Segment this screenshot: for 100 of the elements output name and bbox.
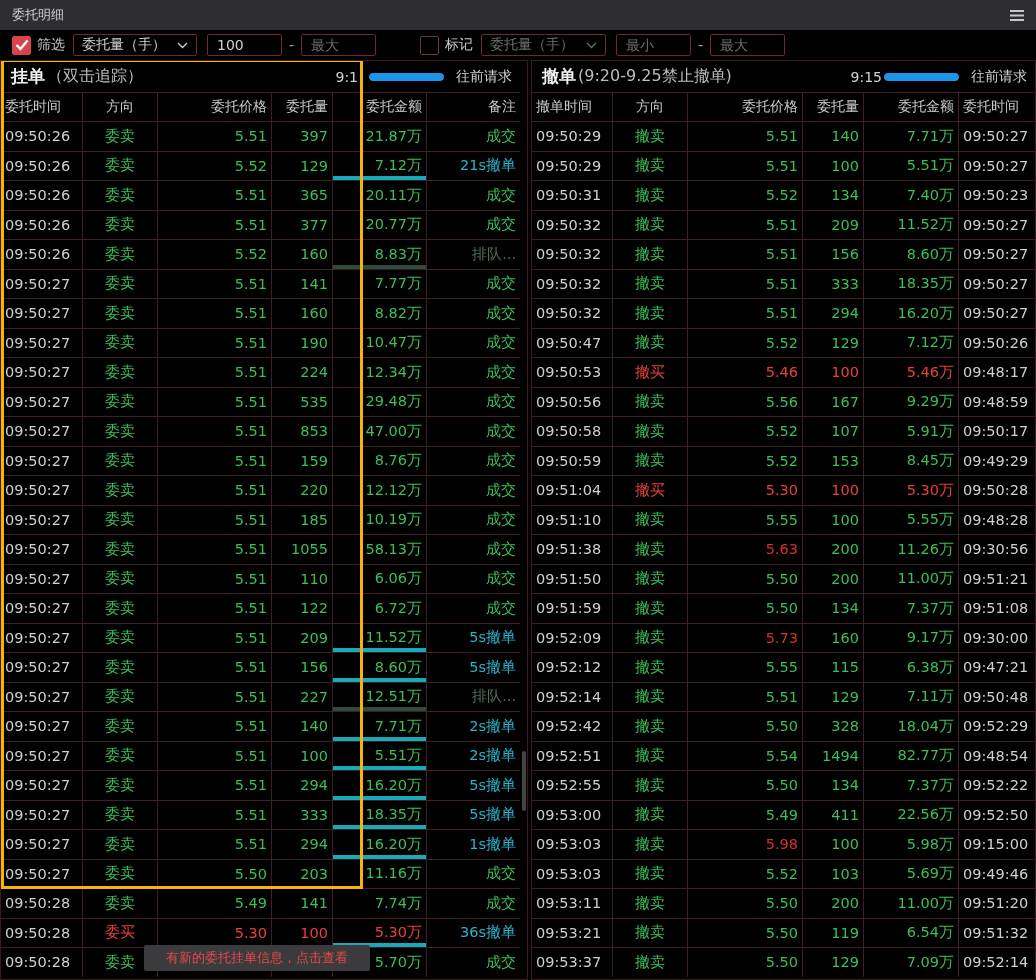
table-cell: 09:50:32: [532, 210, 613, 239]
table-cell: 撤卖: [613, 210, 688, 239]
table-cell: 09:50:27: [1, 446, 83, 475]
table-cell: 撤买: [613, 476, 688, 505]
table-cell: 1494: [803, 741, 864, 770]
table-cell: 委卖: [83, 889, 158, 918]
table-cell-text: 5s撤单: [468, 775, 517, 795]
table-cell: 12.12万: [365, 480, 422, 500]
table-cell: 委卖: [83, 594, 158, 623]
table-cell: 5.51: [688, 240, 803, 269]
table-cell-text: 09:15:00: [962, 835, 1030, 855]
table-cell: 5.63: [688, 535, 803, 564]
mark-checkbox[interactable]: [420, 35, 440, 55]
table-cell: 委卖: [83, 682, 158, 711]
filter-checkbox[interactable]: [12, 35, 31, 55]
table-cell: 365: [272, 181, 333, 210]
table-cell: 5.91万: [864, 417, 959, 446]
table-cell: 220: [272, 476, 333, 505]
table-cell: 333: [803, 269, 864, 298]
table-cell-text: 09:50:27: [962, 215, 1030, 235]
table-cell: 22.56万: [864, 800, 959, 829]
table-cell: 12.34万: [365, 362, 422, 382]
table-cell: 09:50:27: [1, 535, 83, 564]
table-cell: 撤卖: [613, 417, 688, 446]
table-cell: 09:50:28: [1, 948, 83, 977]
mark-label: 标记: [445, 36, 474, 54]
table-cell: 5.52: [688, 328, 803, 357]
table-cell: 5.52: [158, 240, 272, 269]
table-cell: 09:50:56: [532, 387, 613, 416]
table-cell: 294: [803, 299, 864, 328]
table-cell: 5.54: [688, 741, 803, 770]
table-cell: 5.49: [688, 800, 803, 829]
table-cell: 7.37万: [864, 594, 959, 623]
table-cell-text: 09:52:22: [962, 776, 1030, 796]
scroll-thumb[interactable]: [522, 751, 526, 811]
table-cell: 100: [803, 151, 864, 180]
table-cell-text: 成交: [485, 539, 517, 559]
request-earlier-link[interactable]: 往前请求: [971, 67, 1027, 86]
table-cell: 委卖: [83, 269, 158, 298]
max-field[interactable]: 最大: [301, 34, 377, 56]
table-cell: 撤卖: [613, 446, 688, 475]
table-cell: 5.50: [688, 594, 803, 623]
min-field[interactable]: 最小: [616, 34, 692, 56]
field-dropdown[interactable]: 委托量（手）: [73, 34, 197, 56]
table-cell-text: 09:47:21: [962, 658, 1030, 678]
table-cell-text: 09:30:56: [962, 540, 1030, 560]
column-header: 方向: [83, 93, 158, 121]
table-cell-text: 09:51:20: [962, 894, 1030, 914]
table-cell: 09:50:26: [1, 240, 83, 269]
table-cell-text: 2s撤单: [468, 716, 517, 736]
table-cell: 撤卖: [613, 535, 688, 564]
table-cell: 6.72万: [374, 598, 422, 618]
table-cell: 535: [272, 387, 333, 416]
table-cell: 委卖: [83, 564, 158, 593]
table-cell: 203: [272, 859, 333, 888]
request-earlier-link[interactable]: 往前请求: [456, 67, 512, 86]
chevron-icon: [177, 41, 188, 49]
table-cell: 11.00万: [864, 889, 959, 918]
table-cell: 5.51: [688, 682, 803, 711]
table-cell: 09:50:27: [1, 800, 83, 829]
table-cell: 8.82万: [374, 303, 422, 323]
range-dash: -: [289, 37, 295, 53]
table-cell: 5.51: [158, 505, 272, 534]
table-cell: 11.52万: [365, 628, 422, 648]
table-cell: 委卖: [83, 240, 158, 269]
table-cell: 09:50:58: [532, 417, 613, 446]
table-cell: 委卖: [83, 299, 158, 328]
table-cell: 委卖: [83, 830, 158, 859]
table-cell: 5.51: [158, 741, 272, 770]
table-cell: 09:50:27: [1, 417, 83, 446]
table-cell: 撤卖: [613, 387, 688, 416]
table-cell-text: 1s撤单: [468, 834, 517, 854]
table-cell: 09:52:55: [532, 771, 613, 800]
table-cell: 5.98: [688, 830, 803, 859]
table-cell: 6.54万: [864, 918, 959, 947]
field-dropdown[interactable]: 委托量（手）: [481, 34, 607, 56]
table-cell: 09:53:03: [532, 830, 613, 859]
column-header: 委托时间: [962, 97, 1020, 116]
table-cell: 撤买: [613, 358, 688, 387]
table-cell-text: 09:48:28: [962, 510, 1030, 530]
table-cell: 09:52:42: [532, 712, 613, 741]
table-cell-text: 36s撤单: [459, 923, 517, 943]
table-cell: 115: [803, 653, 864, 682]
table-cell: 撤卖: [613, 682, 688, 711]
table-cell: 09:50:32: [532, 299, 613, 328]
table-cell: 134: [803, 594, 864, 623]
table-cell: 5.51: [158, 210, 272, 239]
table-cell: 09:50:27: [1, 859, 83, 888]
panel-title: 撤单: [542, 65, 576, 88]
table-cell: 5.50: [688, 948, 803, 977]
min-field[interactable]: 100: [207, 34, 282, 56]
column-header: 委托时间: [1, 93, 83, 121]
table-cell-text: 成交: [485, 893, 517, 913]
table-cell: 21.87万: [365, 126, 422, 146]
table-cell: 5.52: [688, 859, 803, 888]
table-cell: 委卖: [83, 771, 158, 800]
table-cell: 6.38万: [864, 653, 959, 682]
menu-icon[interactable]: [1010, 9, 1024, 21]
max-field[interactable]: 最大: [710, 34, 786, 56]
column-header: 撤单时间: [532, 93, 613, 121]
